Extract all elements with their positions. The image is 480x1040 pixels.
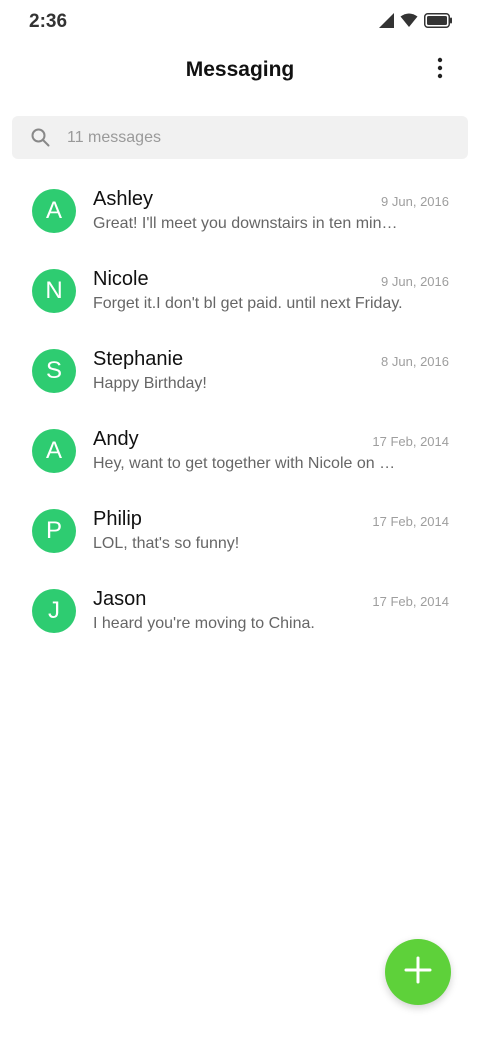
app-header: Messaging <box>0 44 480 100</box>
search-bar[interactable] <box>12 116 468 159</box>
contact-name: Jason <box>93 588 147 610</box>
avatar: J <box>32 589 76 633</box>
contact-name: Stephanie <box>93 348 184 370</box>
message-preview: I heard you're moving to China. <box>93 615 315 632</box>
wifi-icon <box>400 13 418 33</box>
battery-icon <box>424 13 452 33</box>
status-icons <box>379 13 452 33</box>
contact-name: Ashley <box>93 188 154 210</box>
message-preview: LOL, that's so funny! <box>93 535 240 552</box>
message-date: 8 Jun, 2016 <box>381 354 449 369</box>
message-item-jason[interactable]: J Jason 17 Feb, 2014 I heard you're movi… <box>0 570 480 650</box>
contact-name: Philip <box>93 508 142 530</box>
message-date: 9 Jun, 2016 <box>381 194 449 209</box>
message-item-philip[interactable]: P Philip 17 Feb, 2014 LOL, that's so fun… <box>0 490 480 570</box>
search-icon <box>31 128 50 147</box>
message-list: A Ashley 9 Jun, 2016 Great! I'll meet yo… <box>0 170 480 650</box>
messaging-screen: 2:36 Messaging 11 messages A Ashley 9 Ju… <box>0 0 480 1040</box>
avatar: N <box>32 269 76 313</box>
status-time: 2:36 <box>29 11 68 32</box>
message-preview: Great! I'll meet you downstairs in ten m… <box>93 215 403 232</box>
search-input[interactable] <box>67 116 447 159</box>
avatar: P <box>32 509 76 553</box>
more-options-button[interactable] <box>426 54 454 86</box>
message-item-stephanie[interactable]: S Stephanie 8 Jun, 2016 Happy Birthday! <box>0 330 480 410</box>
message-item-ashley[interactable]: A Ashley 9 Jun, 2016 Great! I'll meet yo… <box>0 170 480 250</box>
message-item-nicole[interactable]: N Nicole 9 Jun, 2016 Forget it.I don't b… <box>0 250 480 330</box>
signal-icon <box>379 13 394 33</box>
message-preview: Hey, want to get together with Nicole on… <box>93 455 403 472</box>
message-date: 17 Feb, 2014 <box>372 514 449 529</box>
message-preview: Forget it.I don't bl get paid. until nex… <box>93 295 403 312</box>
message-item-andy[interactable]: A Andy 17 Feb, 2014 Hey, want to get tog… <box>0 410 480 490</box>
message-date: 9 Jun, 2016 <box>381 274 449 289</box>
message-date: 17 Feb, 2014 <box>372 594 449 609</box>
avatar: S <box>32 349 76 393</box>
status-bar: 2:36 <box>0 0 480 44</box>
message-preview: Happy Birthday! <box>93 375 207 392</box>
more-vert-icon <box>437 57 443 84</box>
contact-name: Andy <box>93 428 139 450</box>
avatar: A <box>32 429 76 473</box>
new-message-button[interactable] <box>385 939 451 1005</box>
message-date: 17 Feb, 2014 <box>372 434 449 449</box>
contact-name: Nicole <box>93 268 149 290</box>
plus-icon <box>404 956 432 989</box>
avatar: A <box>32 189 76 233</box>
page-title: Messaging <box>185 58 295 81</box>
